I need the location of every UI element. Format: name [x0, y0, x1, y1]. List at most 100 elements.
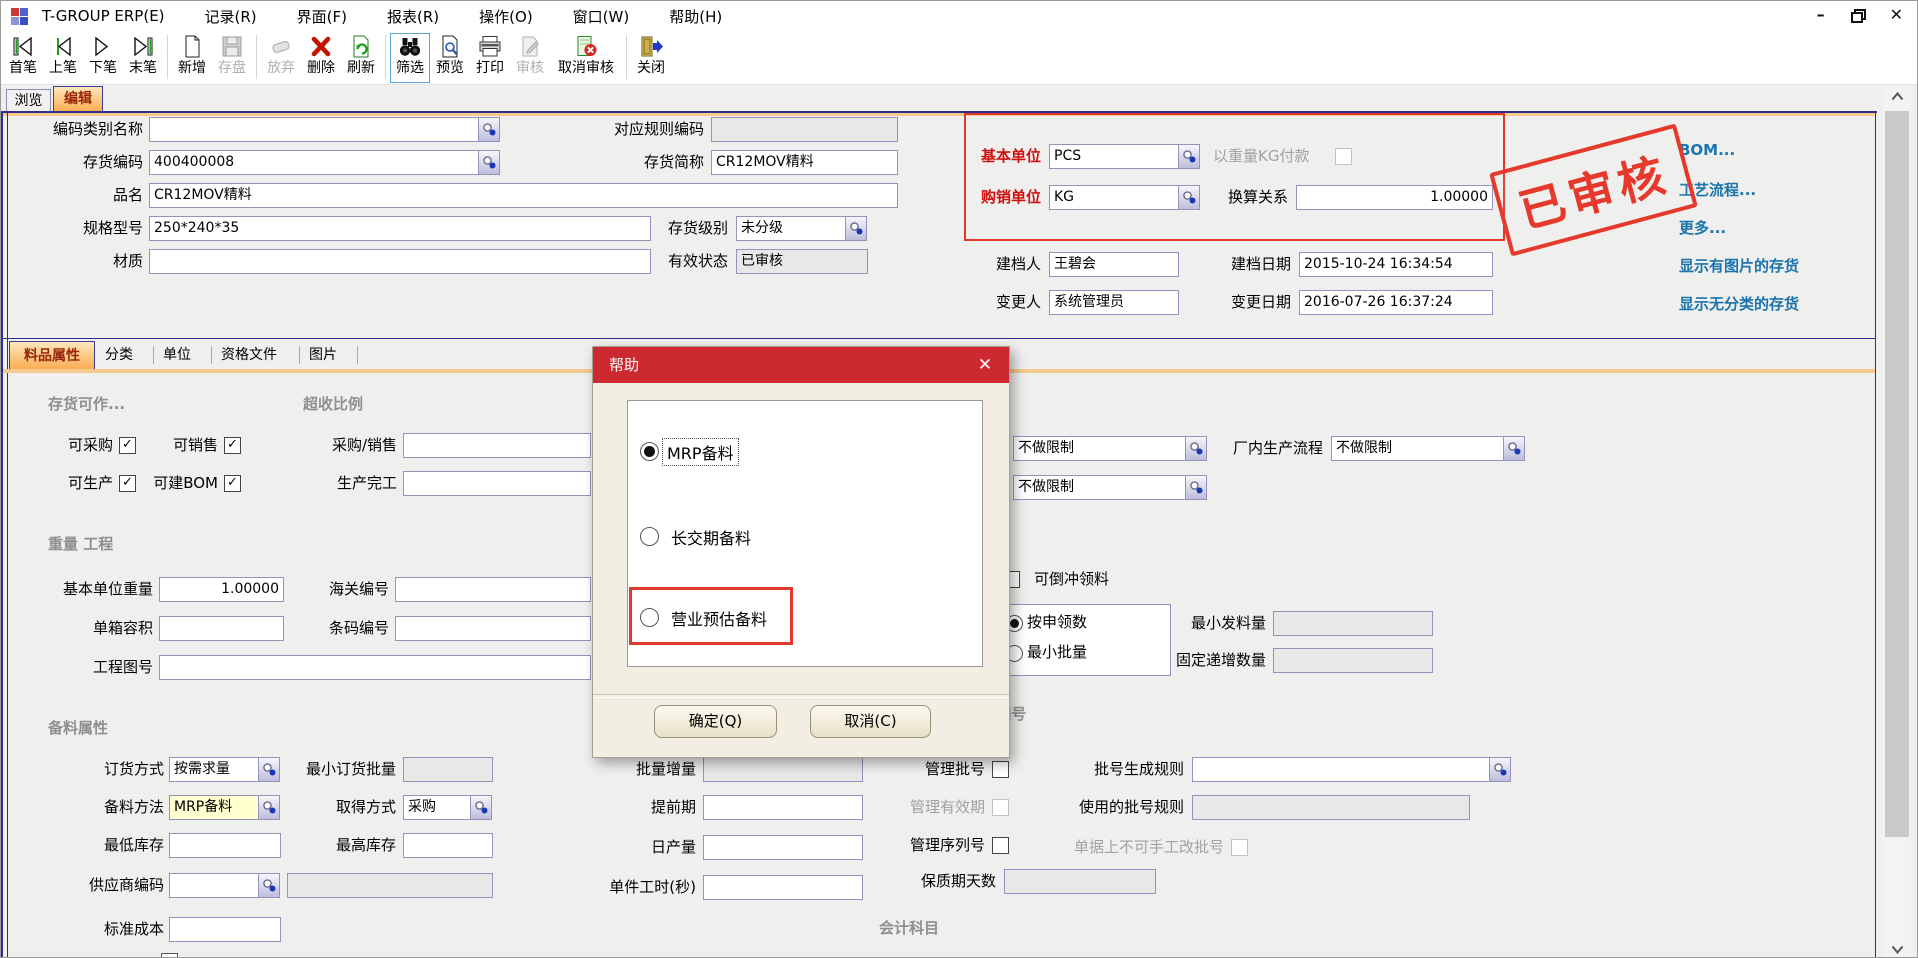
purchase-sale-ratio-field[interactable] — [403, 433, 591, 458]
tab-edit[interactable]: 编辑 — [53, 86, 103, 111]
manage-batch-checkbox[interactable] — [992, 761, 1009, 778]
producible-checkbox[interactable] — [119, 475, 136, 492]
material-field[interactable] — [149, 249, 651, 274]
toolbar-cancel-audit-button[interactable]: 取消审核 — [550, 33, 622, 83]
toolbar-prev-button[interactable]: 上笔 — [43, 33, 83, 83]
dialog-title-bar[interactable]: 帮助 — [593, 347, 1009, 383]
conversion-field[interactable]: 1.00000 — [1296, 185, 1493, 210]
sales-forecast-prep-radio[interactable] — [640, 608, 659, 627]
code-category-lookup-icon[interactable] — [478, 117, 500, 142]
max-stock-field[interactable] — [403, 833, 493, 858]
toolbar-new-button[interactable]: 新增 — [172, 33, 212, 83]
trade-unit-lookup-icon[interactable] — [1178, 185, 1200, 210]
trade-unit-field[interactable]: KG — [1049, 185, 1179, 210]
order-mode-field[interactable]: 按需求量 — [169, 757, 259, 782]
restriction-field-2[interactable]: 不做限制 — [1013, 475, 1186, 500]
window-close-icon[interactable]: ✕ — [1890, 5, 1903, 25]
dialog-close-icon[interactable]: ✕ — [973, 353, 997, 377]
scrollbar-thumb[interactable] — [1885, 111, 1909, 837]
toolbar-close-button[interactable]: 关闭 — [631, 33, 671, 83]
subtab-unit[interactable]: 单位 — [163, 343, 209, 368]
audited-stamp: 已审核 — [1489, 123, 1698, 256]
base-unit-field[interactable]: PCS — [1049, 144, 1179, 169]
bom-buildable-checkbox[interactable] — [224, 475, 241, 492]
window-minimize-icon[interactable]: – — [1817, 5, 1825, 25]
unit-weight-field[interactable]: 1.00000 — [159, 577, 284, 602]
mrp-prep-radio[interactable] — [640, 442, 659, 461]
prep-method-field[interactable]: MRP备料 — [169, 795, 259, 820]
subtab-qualification[interactable]: 资格文件 — [221, 343, 297, 368]
link-show-unclassified[interactable]: 显示无分类的存货 — [1679, 293, 1799, 314]
menu-report[interactable]: 报表(R) — [387, 6, 439, 27]
daily-output-field[interactable] — [703, 835, 863, 860]
subtab-item-attributes[interactable]: 料品属性 — [9, 341, 95, 369]
dialog-cancel-button[interactable]: 取消(C) — [810, 705, 931, 738]
restriction-field-1[interactable]: 不做限制 — [1013, 436, 1186, 461]
tab-browse[interactable]: 浏览 — [6, 89, 51, 111]
acquire-mode-lookup-icon[interactable] — [470, 795, 492, 820]
drawing-no-field[interactable] — [159, 655, 591, 680]
unit-work-time-field[interactable] — [703, 875, 863, 900]
scroll-up-icon[interactable] — [1883, 86, 1911, 106]
supplier-code-lookup-icon[interactable] — [258, 873, 280, 898]
toolbar-preview-button[interactable]: 预览 — [430, 33, 470, 83]
window-restore-icon[interactable] — [1851, 9, 1864, 21]
long-lead-prep-label[interactable]: 长交期备料 — [667, 524, 755, 550]
item-name-field[interactable]: CR12MOV精料 — [149, 183, 898, 208]
menu-tgroup-erp[interactable]: T-GROUP ERP(E) — [42, 7, 165, 25]
menu-operation[interactable]: 操作(O) — [479, 6, 533, 27]
level-lookup-icon[interactable] — [845, 216, 867, 241]
restriction-1-lookup-icon[interactable] — [1185, 436, 1207, 461]
purchasable-checkbox[interactable] — [119, 437, 136, 454]
mrp-prep-label[interactable]: MRP备料 — [663, 439, 738, 465]
item-code-lookup-icon[interactable] — [478, 150, 500, 175]
link-show-with-images[interactable]: 显示有图片的存货 — [1679, 255, 1799, 276]
vertical-scrollbar[interactable] — [1883, 86, 1911, 958]
subtab-classification[interactable]: 分类 — [105, 343, 151, 368]
menu-interface[interactable]: 界面(F) — [297, 6, 347, 27]
toolbar-first-button[interactable]: 首笔 — [3, 33, 43, 83]
std-cost-field[interactable] — [169, 917, 281, 942]
link-bom[interactable]: BOM... — [1679, 141, 1735, 159]
barcode-field[interactable] — [395, 616, 591, 641]
toolbar-print-button[interactable]: 打印 — [470, 33, 510, 83]
link-more[interactable]: 更多... — [1679, 217, 1726, 238]
box-volume-field[interactable] — [159, 616, 284, 641]
level-field[interactable]: 未分级 — [736, 216, 846, 241]
menu-help[interactable]: 帮助(H) — [669, 6, 722, 27]
sales-forecast-prep-label[interactable]: 营业预估备料 — [667, 605, 771, 631]
long-lead-prep-radio[interactable] — [640, 527, 659, 546]
manage-serial-checkbox[interactable] — [992, 837, 1009, 854]
dialog-ok-button[interactable]: 确定(Q) — [654, 705, 777, 738]
factory-flow-lookup-icon[interactable] — [1503, 436, 1525, 461]
supplier-code-field[interactable] — [169, 873, 259, 898]
toolbar-last-button[interactable]: 末笔 — [123, 33, 163, 83]
prep-method-lookup-icon[interactable] — [258, 795, 280, 820]
production-finish-ratio-field[interactable] — [403, 471, 591, 496]
item-code-field[interactable]: 400400008 — [149, 150, 479, 175]
toolbar-filter-button[interactable]: 筛选 — [390, 33, 430, 83]
customs-code-field[interactable] — [395, 577, 591, 602]
toolbar-next-button[interactable]: 下笔 — [83, 33, 123, 83]
menu-record[interactable]: 记录(R) — [205, 6, 257, 27]
scroll-down-icon[interactable] — [1883, 939, 1911, 958]
restriction-2-lookup-icon[interactable] — [1185, 475, 1207, 500]
menu-window[interactable]: 窗口(W) — [573, 6, 630, 27]
order-mode-lookup-icon[interactable] — [258, 757, 280, 782]
factory-flow-field[interactable]: 不做限制 — [1331, 436, 1504, 461]
batch-rule-lookup-icon[interactable] — [1489, 757, 1511, 782]
item-short-field[interactable]: CR12MOV精料 — [711, 150, 898, 175]
spec-field[interactable]: 250*240*35 — [149, 216, 651, 241]
acquire-mode-field[interactable]: 采购 — [403, 795, 471, 820]
batch-rule-field[interactable] — [1192, 757, 1490, 782]
subtab-image[interactable]: 图片 — [309, 343, 355, 368]
code-category-field[interactable] — [149, 117, 479, 142]
min-stock-field[interactable] — [169, 833, 281, 858]
toolbar-refresh-button[interactable]: 刷新 — [341, 33, 381, 83]
toolbar-delete-button[interactable]: 删除 — [301, 33, 341, 83]
fixed-increment-field — [1273, 648, 1433, 673]
sellable-checkbox[interactable] — [224, 437, 241, 454]
erp-window: T-GROUP ERP(E) 记录(R) 界面(F) 报表(R) 操作(O) 窗… — [0, 0, 1918, 958]
base-unit-lookup-icon[interactable] — [1178, 144, 1200, 169]
lead-time-field[interactable] — [703, 795, 863, 820]
